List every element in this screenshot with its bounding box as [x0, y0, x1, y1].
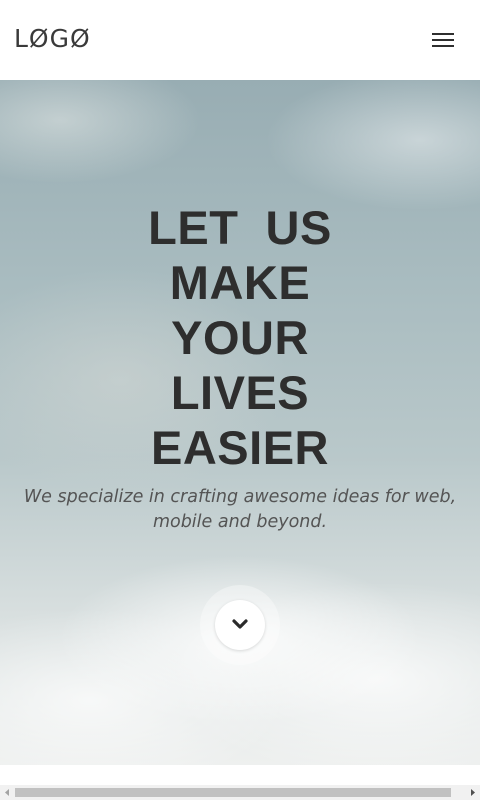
hero-title-line: EASIER — [151, 421, 329, 474]
hero-subtitle: We specialize in crafting awesome ideas … — [23, 487, 457, 532]
hero-title-line: MAKE — [169, 256, 311, 309]
hero-title: LET US MAKE YOUR LIVES EASIER — [60, 200, 420, 475]
hero-title-line: LIVES — [170, 366, 310, 419]
menu-toggle-button[interactable] — [428, 28, 458, 52]
hamburger-menu-icon-bar — [432, 39, 454, 41]
scroll-down-button[interactable] — [215, 600, 265, 650]
logo[interactable]: LØGØ — [14, 24, 91, 54]
scroll-left-arrow-icon[interactable] — [0, 785, 15, 800]
scroll-right-arrow-icon[interactable] — [465, 785, 480, 800]
scrollbar-thumb[interactable] — [15, 788, 451, 797]
hero-section: LET US MAKE YOUR LIVES EASIER We special… — [0, 80, 480, 765]
hero-title-line: LET US — [148, 201, 332, 254]
chevron-down-icon — [232, 619, 248, 629]
hamburger-menu-icon — [432, 33, 454, 35]
scroll-down-ring — [200, 585, 280, 665]
site-header: LØGØ — [0, 0, 480, 80]
horizontal-scrollbar[interactable] — [0, 785, 480, 800]
hamburger-menu-icon-bar — [432, 45, 454, 47]
hero-title-line: YOUR — [171, 311, 309, 364]
